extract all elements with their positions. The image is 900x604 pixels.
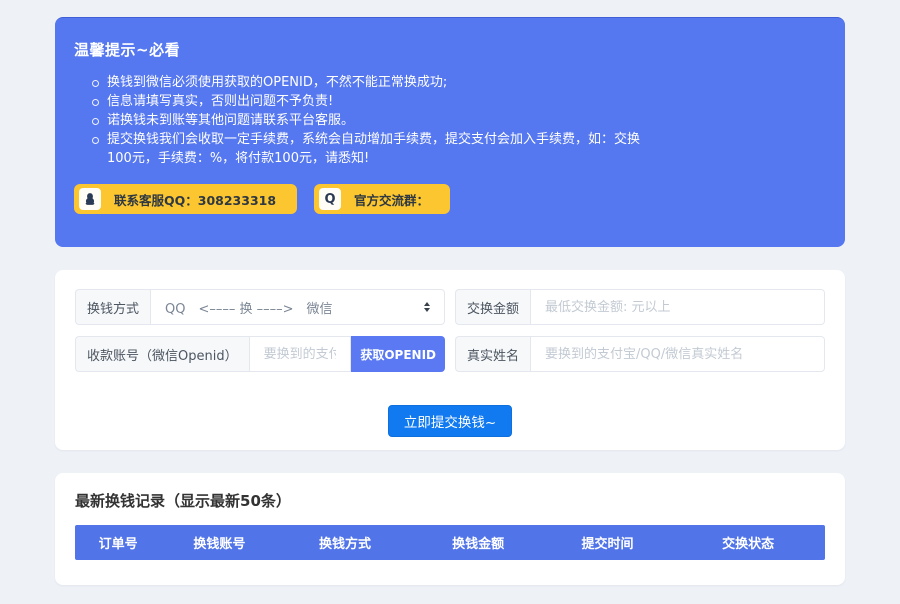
qq-penguin-icon — [79, 188, 101, 210]
select-arrows-icon — [424, 302, 430, 312]
column-header-status: 交换状态 — [671, 533, 825, 552]
notice-item: 提交换钱我们会收取一定手续费，系统会自动增加手续费，提交支付会加入手续费，如：交… — [92, 130, 652, 168]
exchange-form: 换钱方式 QQ <–––– 换 ––––> 微信 交换金额 收款账号（微信Ope… — [75, 289, 825, 372]
notice-buttons: 联系客服QQ：308233318 Q 官方交流群： — [74, 184, 826, 214]
column-header-amount: 换钱金额 — [413, 533, 544, 552]
receive-account-input[interactable] — [249, 336, 352, 372]
exchange-amount-input[interactable] — [530, 289, 825, 325]
official-group-label: 官方交流群： — [354, 190, 429, 209]
exchange-amount-group: 交换金额 — [455, 289, 825, 325]
column-header-submit-time: 提交时间 — [544, 533, 672, 552]
contact-support-qq-button[interactable]: 联系客服QQ：308233318 — [74, 184, 297, 214]
notice-list: 换钱到微信必须使用获取的OPENID，不然不能正常换成功; 信息请填写真实，否则… — [74, 73, 826, 168]
exchange-method-value: QQ <–––– 换 ––––> 微信 — [165, 298, 424, 317]
exchange-form-card: 换钱方式 QQ <–––– 换 ––––> 微信 交换金额 收款账号（微信Ope… — [55, 270, 845, 450]
submit-exchange-button[interactable]: 立即提交换钱~ — [388, 405, 512, 437]
records-card: 最新换钱记录（显示最新50条） 订单号 换钱账号 换钱方式 换钱金额 提交时间 … — [55, 473, 845, 585]
exchange-method-group: 换钱方式 QQ <–––– 换 ––––> 微信 — [75, 289, 445, 325]
real-name-group: 真实姓名 — [455, 336, 825, 372]
column-header-method: 换钱方式 — [278, 533, 413, 552]
records-title: 最新换钱记录（显示最新50条） — [75, 490, 825, 511]
notice-item: 信息请填写真实，否则出问题不予负责! — [92, 92, 652, 111]
notice-item: 诺换钱未到账等其他问题请联系平台客服。 — [92, 111, 652, 130]
exchange-amount-label: 交换金额 — [455, 289, 530, 325]
real-name-label: 真实姓名 — [455, 336, 530, 372]
exchange-method-label: 换钱方式 — [75, 289, 150, 325]
submit-row: 立即提交换钱~ — [75, 405, 825, 437]
notice-item: 换钱到微信必须使用获取的OPENID，不然不能正常换成功; — [92, 73, 652, 92]
qq-group-icon: Q — [319, 188, 341, 210]
records-table-header: 订单号 换钱账号 换钱方式 换钱金额 提交时间 交换状态 — [75, 525, 825, 560]
column-header-account: 换钱账号 — [161, 533, 277, 552]
receive-account-group: 收款账号（微信Openid） 获取OPENID — [75, 336, 445, 372]
exchange-method-select[interactable]: QQ <–––– 换 ––––> 微信 — [150, 289, 445, 325]
column-header-order-id: 订单号 — [75, 533, 161, 552]
official-group-button[interactable]: Q 官方交流群： — [314, 184, 450, 214]
get-openid-button[interactable]: 获取OPENID — [351, 336, 445, 372]
notice-title: 温馨提示~必看 — [74, 39, 826, 60]
receive-account-label: 收款账号（微信Openid） — [75, 336, 249, 372]
notice-panel: 温馨提示~必看 换钱到微信必须使用获取的OPENID，不然不能正常换成功; 信息… — [55, 17, 845, 247]
real-name-input[interactable] — [530, 336, 825, 372]
contact-support-qq-label: 联系客服QQ：308233318 — [114, 190, 276, 209]
page: 温馨提示~必看 换钱到微信必须使用获取的OPENID，不然不能正常换成功; 信息… — [55, 17, 845, 585]
